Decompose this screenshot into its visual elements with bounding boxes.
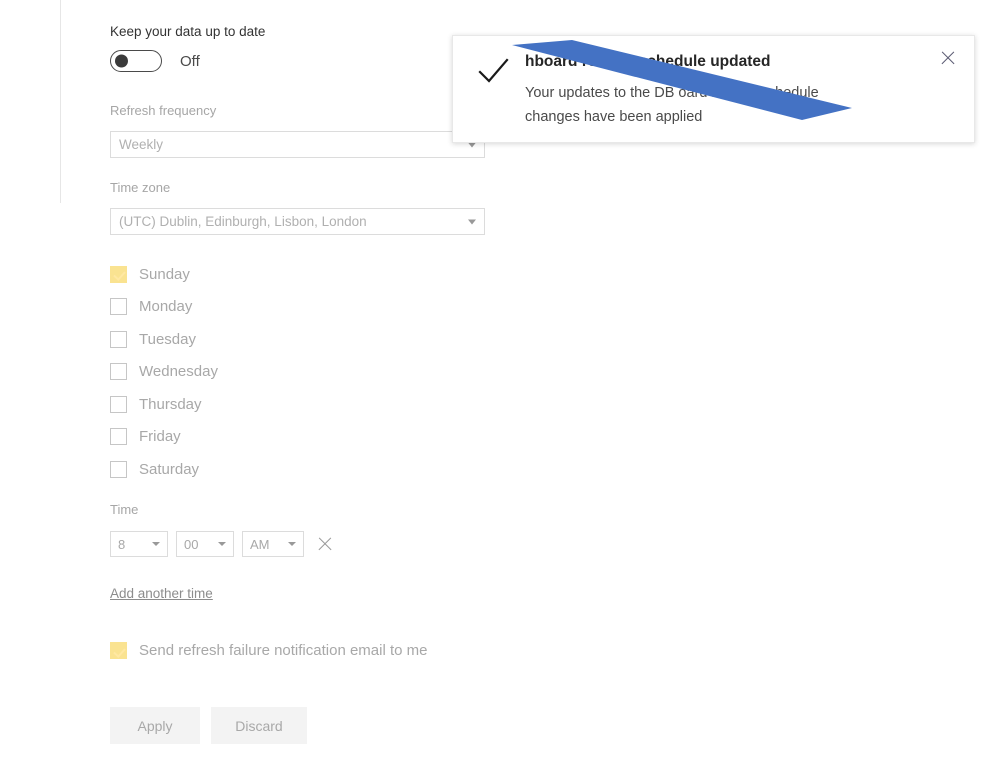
time-hour-dropdown[interactable]: 8 — [110, 531, 168, 557]
day-checkbox-saturday[interactable]: Saturday — [110, 453, 218, 486]
chevron-down-icon — [152, 542, 160, 546]
day-label: Tuesday — [139, 330, 196, 348]
time-zone-value: (UTC) Dublin, Edinburgh, Lisbon, London — [119, 214, 367, 229]
refresh-frequency-dropdown[interactable]: Weekly — [110, 131, 485, 158]
toast-body-line-1: Your updates to the DB oard refresh sche… — [525, 85, 819, 101]
day-checkbox-tuesday[interactable]: Tuesday — [110, 323, 218, 356]
close-icon[interactable] — [938, 48, 958, 68]
day-label: Monday — [139, 298, 193, 316]
checkbox-icon[interactable] — [110, 298, 127, 316]
time-label: Time — [110, 502, 139, 517]
send-failure-email-label: Send refresh failure notification email … — [139, 642, 428, 659]
day-label: Saturday — [139, 460, 200, 478]
keep-data-up-to-date-toggle[interactable] — [110, 50, 162, 72]
day-checkbox-thursday[interactable]: Thursday — [110, 388, 218, 421]
chevron-down-icon — [218, 542, 226, 546]
refresh-frequency-label: Refresh frequency — [110, 103, 217, 118]
discard-button[interactable]: Discard — [211, 707, 307, 744]
checkmark-icon — [478, 58, 509, 83]
add-another-time-link[interactable]: Add another time — [110, 586, 213, 601]
time-minute-dropdown[interactable]: 00 — [176, 531, 234, 557]
day-label: Wednesday — [139, 363, 218, 381]
page-title: Keep your data up to date — [110, 24, 266, 39]
remove-time-icon[interactable] — [316, 535, 334, 553]
day-checkbox-wednesday[interactable]: Wednesday — [110, 356, 218, 389]
checkbox-icon[interactable] — [110, 330, 127, 348]
toggle-knob — [115, 54, 128, 68]
toast-notification: hboard refresh schedule updated Your upd… — [452, 35, 975, 143]
checkbox-icon[interactable] — [110, 642, 127, 659]
time-zone-dropdown[interactable]: (UTC) Dublin, Edinburgh, Lisbon, London — [110, 208, 485, 235]
toast-title: hboard refresh schedule updated — [525, 53, 771, 70]
checkbox-icon[interactable] — [110, 265, 127, 283]
day-checkbox-friday[interactable]: Friday — [110, 421, 218, 454]
day-label: Friday — [139, 428, 181, 446]
action-buttons: Apply Discard — [110, 707, 307, 744]
keep-data-up-to-date-toggle-row: Off — [110, 50, 200, 72]
time-ampm-dropdown[interactable]: AM — [242, 531, 304, 557]
chevron-down-icon — [468, 219, 476, 224]
time-ampm-value: AM — [250, 536, 270, 552]
chevron-down-icon — [288, 542, 296, 546]
day-checkbox-monday[interactable]: Monday — [110, 291, 218, 324]
day-checkbox-list: Sunday Monday Tuesday Wednesday Thursday… — [110, 258, 218, 486]
checkbox-icon[interactable] — [110, 460, 127, 478]
time-hour-value: 8 — [118, 536, 126, 552]
toggle-state-label: Off — [180, 52, 200, 70]
time-zone-label: Time zone — [110, 180, 171, 195]
toast-body-line-2: changes have been applied — [525, 109, 703, 125]
day-checkbox-sunday[interactable]: Sunday — [110, 258, 218, 291]
checkbox-icon[interactable] — [110, 395, 127, 413]
apply-button[interactable]: Apply — [110, 707, 200, 744]
time-picker-row: 8 00 AM — [110, 531, 334, 557]
time-minute-value: 00 — [184, 536, 199, 552]
refresh-frequency-value: Weekly — [119, 137, 164, 152]
pane-divider — [60, 0, 61, 203]
checkbox-icon[interactable] — [110, 428, 127, 446]
day-label: Thursday — [139, 395, 202, 413]
day-label: Sunday — [139, 265, 190, 283]
toast-body: Your updates to the DB oard refresh sche… — [525, 81, 945, 129]
checkbox-icon[interactable] — [110, 363, 127, 381]
send-failure-email-checkbox-row[interactable]: Send refresh failure notification email … — [110, 642, 427, 659]
